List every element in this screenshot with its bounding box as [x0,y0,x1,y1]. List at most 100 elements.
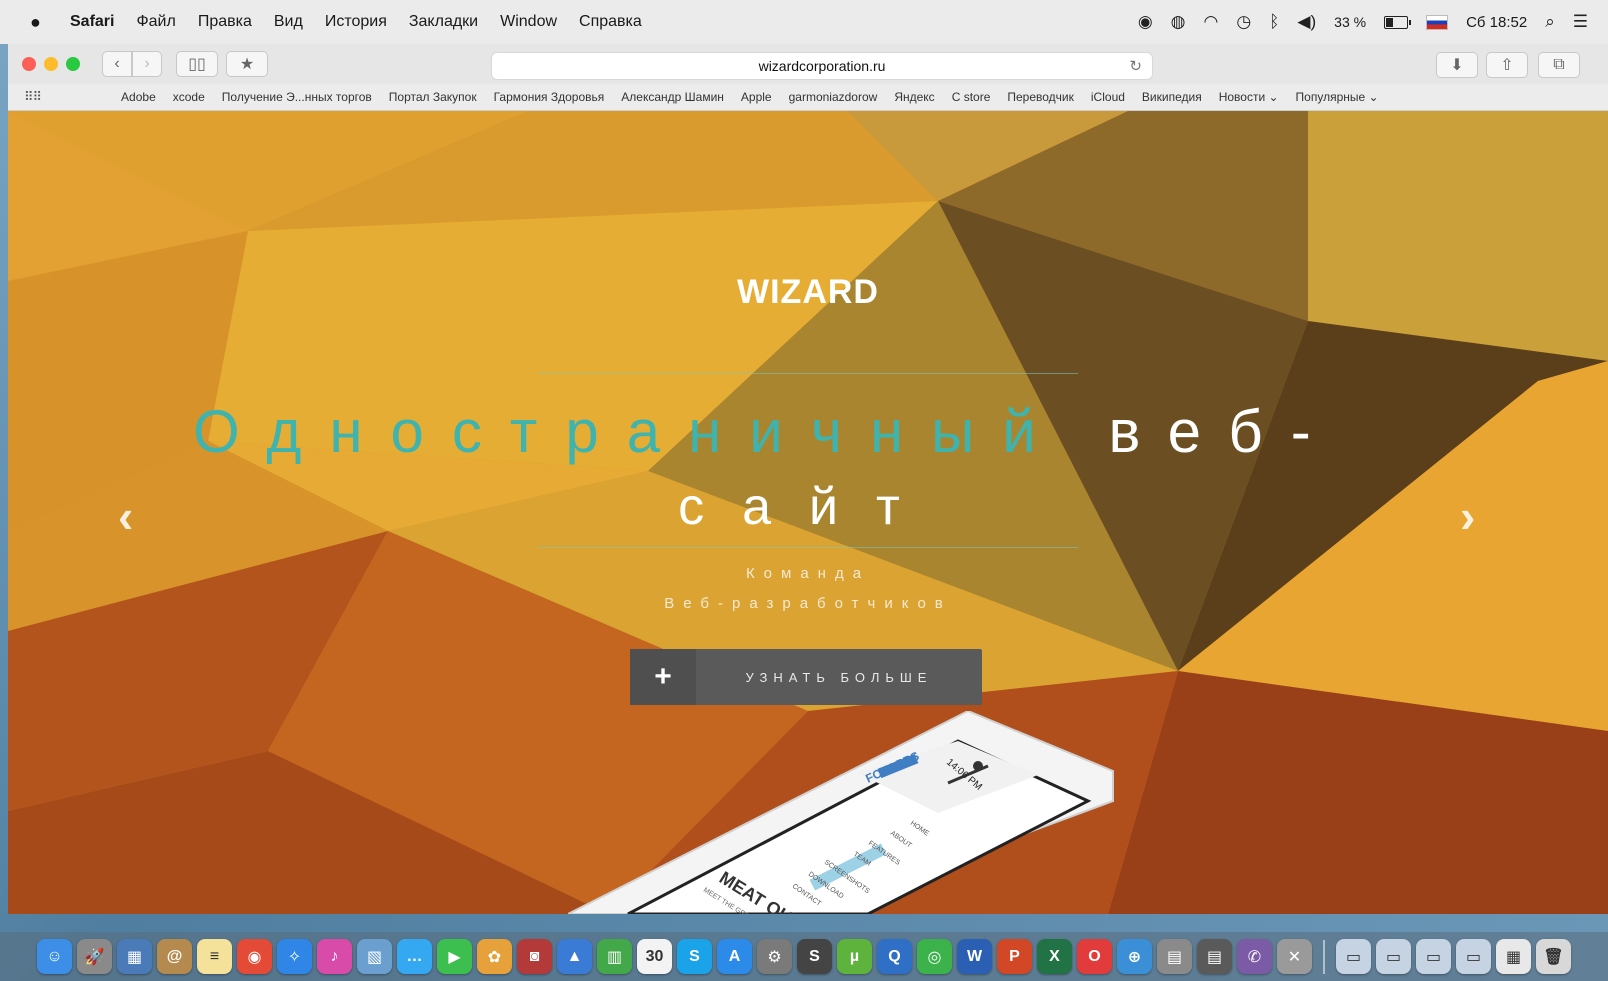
battery-percent[interactable]: 33 % [1334,14,1366,30]
site-brand-logo[interactable]: WIZARD [8,273,1608,312]
safari-icon[interactable]: ✧ [277,939,312,974]
menu-bookmarks[interactable]: Закладки [409,13,478,31]
itunes-icon[interactable]: ♪ [317,939,352,974]
printer2-icon[interactable]: ▤ [1197,939,1232,974]
favorite-item[interactable]: Гармония Здоровья [494,90,605,104]
headline-accent-text: Одностраничный [193,398,1064,465]
screenshots-icon[interactable]: ▦ [1496,939,1531,974]
folder-stack-icon[interactable]: ▭ [1456,939,1491,974]
skype-status-icon[interactable]: ◉ [1138,12,1153,32]
system-preferences-icon[interactable]: ⚙ [757,939,792,974]
close-window-button[interactable] [22,57,36,71]
podcast-icon[interactable]: ◎ [917,939,952,974]
contacts-icon[interactable]: @ [157,939,192,974]
hero-headline-line2: сайт [678,478,938,536]
excel-icon[interactable]: X [1037,939,1072,974]
webcam-status-icon[interactable]: ◍ [1171,12,1186,32]
battery-icon[interactable] [1384,15,1412,29]
notes-icon[interactable]: ≡ [197,939,232,974]
chrome-icon[interactable]: ◉ [237,939,272,974]
share-button[interactable]: ⇧ [1486,52,1528,78]
folder-downloads-icon[interactable]: ▭ [1376,939,1411,974]
back-button[interactable]: ‹ [102,51,132,77]
printer-icon[interactable]: ▤ [1157,939,1192,974]
downloads-button[interactable]: ⬇ [1436,52,1478,78]
menu-help[interactable]: Справка [579,13,642,31]
favorite-item[interactable]: Adobe [121,90,156,104]
reload-icon[interactable]: ↻ [1129,57,1142,75]
folder-apps-icon[interactable]: ▭ [1416,939,1451,974]
favorite-item[interactable]: iCloud [1091,90,1125,104]
favorite-item[interactable]: Переводчик [1007,90,1074,104]
menu-history[interactable]: История [325,13,387,31]
favorite-item[interactable]: Википедия [1142,90,1202,104]
photo-booth-icon[interactable]: ◙ [517,939,552,974]
powerpoint-icon[interactable]: P [997,939,1032,974]
dock-separator [1323,939,1325,974]
utorrent-icon[interactable]: µ [837,939,872,974]
photos-app-icon[interactable]: ▧ [357,939,392,974]
folder-docs-icon[interactable]: ▭ [1336,939,1371,974]
favorite-item[interactable]: Портал Закупок [389,90,477,104]
favorite-item[interactable]: Яндекс [894,90,934,104]
keynote-icon[interactable]: ▲ [557,939,592,974]
favorites-grid-icon[interactable]: ⠿⠿ [24,89,42,105]
viber-icon[interactable]: ✆ [1237,939,1272,974]
apple-menu-icon[interactable]: ● [30,12,50,33]
app-store-icon[interactable]: A [717,939,752,974]
divider-bottom [538,547,1078,548]
forward-button[interactable]: › [132,51,162,77]
headline-white-text: веб- [1108,398,1339,465]
word-icon[interactable]: W [957,939,992,974]
sublime-icon[interactable]: S [797,939,832,974]
utilities-icon[interactable]: ✕ [1277,939,1312,974]
preview-icon[interactable]: ▦ [117,939,152,974]
calendar-icon[interactable]: 30 [637,939,672,974]
spotlight-search-icon[interactable]: ⌕ [1545,12,1555,32]
favorite-item[interactable]: garmoniazdorow [789,90,878,104]
favorites-folder-news[interactable]: Новости ⌄ [1219,90,1279,104]
slider-prev-arrow-icon[interactable]: ‹ [118,489,133,543]
menu-edit[interactable]: Правка [198,13,252,31]
phone-mockup-image: FOXAPPS 14:06 PM HOME ABOUT FEATURES TEA… [567,709,1128,914]
time-machine-icon[interactable]: ◷ [1236,12,1251,32]
network-icon[interactable]: ⊕ [1117,939,1152,974]
photos-icon[interactable]: ✿ [477,939,512,974]
skype-icon[interactable]: S [677,939,712,974]
menu-app-name[interactable]: Safari [70,13,114,31]
tab-overview-button[interactable]: ⧉ [1538,52,1580,78]
top-sites-button[interactable]: ★ [226,51,268,77]
wifi-icon[interactable]: ◠ [1204,12,1219,32]
favorite-item[interactable]: xcode [173,90,205,104]
trash-icon[interactable]: 🗑 [1536,939,1571,974]
menu-window[interactable]: Window [500,13,557,31]
opera-icon[interactable]: O [1077,939,1112,974]
facetime-icon[interactable]: ▶ [437,939,472,974]
minimize-window-button[interactable] [44,57,58,71]
favorite-item[interactable]: Apple [741,90,772,104]
favorite-item[interactable]: С store [952,90,991,104]
plus-icon: + [630,649,696,705]
hero-section: WIZARD Одностраничный веб- сайт Команда … [8,111,1608,914]
learn-more-button[interactable]: + УЗНАТЬ БОЛЬШЕ [630,649,982,705]
quicktime-icon[interactable]: Q [877,939,912,974]
volume-icon[interactable]: ◀) [1297,12,1316,32]
messages-icon[interactable]: … [397,939,432,974]
favorites-folder-popular[interactable]: Популярные ⌄ [1296,90,1379,104]
favorite-item[interactable]: Александр Шамин [621,90,724,104]
slider-next-arrow-icon[interactable]: › [1460,489,1475,543]
hero-headline-line1: Одностраничный веб- [193,397,1453,466]
finder-icon[interactable]: ☺ [37,939,72,974]
numbers-icon[interactable]: ▥ [597,939,632,974]
menu-view[interactable]: Вид [274,13,303,31]
menu-clock[interactable]: Сб 18:52 [1466,14,1527,31]
address-bar[interactable]: wizardcorporation.ru ↻ [491,52,1153,80]
launchpad-icon[interactable]: 🚀 [77,939,112,974]
input-source-flag-icon[interactable] [1426,14,1449,30]
zoom-window-button[interactable] [66,57,80,71]
bluetooth-icon[interactable]: ᛒ [1269,12,1279,32]
notification-center-icon[interactable]: ☰ [1573,12,1588,32]
sidebar-toggle-button[interactable]: ▯▯ [176,51,218,77]
menu-file[interactable]: Файл [136,13,175,31]
favorite-item[interactable]: Получение Э...нных торгов [222,90,372,104]
